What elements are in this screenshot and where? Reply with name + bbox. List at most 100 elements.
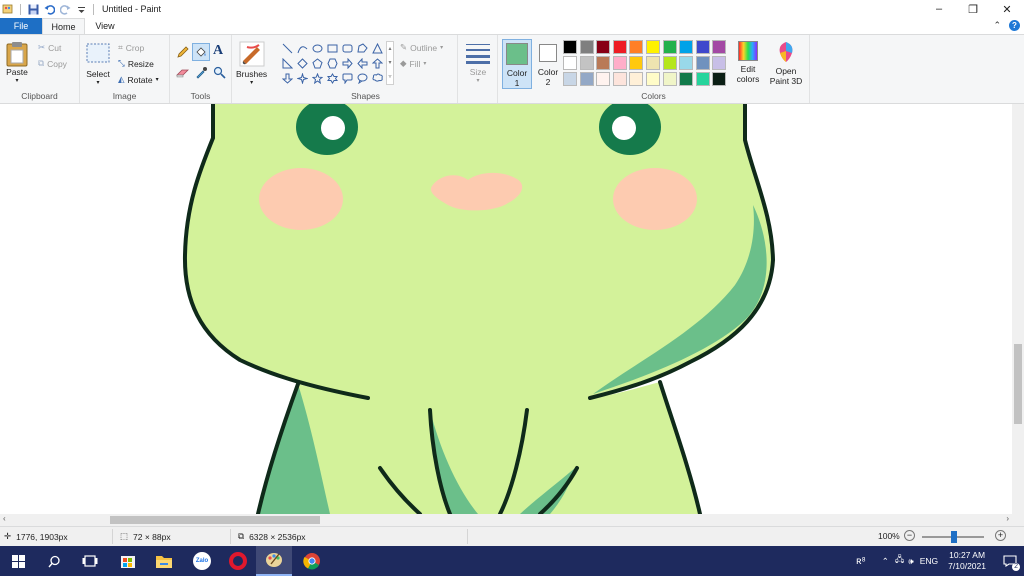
color1-button[interactable]: Color 1 [502, 39, 532, 89]
zalo-icon[interactable]: Zalo [184, 546, 220, 576]
palette-swatch[interactable] [645, 40, 660, 54]
palette-swatch[interactable] [596, 72, 611, 86]
select-button[interactable]: Select ▾ [86, 43, 110, 86]
help-icon[interactable]: ? [1009, 20, 1020, 31]
polygon-shape-icon[interactable] [355, 41, 370, 56]
horizontal-scroll-thumb[interactable] [110, 516, 320, 524]
palette-swatch[interactable] [695, 56, 710, 70]
five-point-star-shape-icon[interactable] [310, 71, 325, 86]
magnifier-icon[interactable] [213, 66, 226, 81]
palette-swatch[interactable] [612, 72, 627, 86]
collapse-ribbon-icon[interactable]: ⌃ [993, 20, 1001, 31]
drawing-canvas[interactable] [0, 104, 1012, 514]
tab-view[interactable]: View [85, 18, 125, 34]
save-icon[interactable] [27, 3, 39, 15]
shapes-scroll[interactable]: ▴ ▾ ▿ [386, 41, 394, 85]
open-paint3d-button[interactable]: Open Paint 3D [764, 41, 808, 86]
size-button[interactable]: Size ▾ [465, 42, 491, 84]
minimize-button[interactable]: – [922, 0, 956, 18]
tab-home[interactable]: Home [42, 18, 85, 34]
vertical-scroll-thumb[interactable] [1014, 344, 1022, 424]
chrome-icon[interactable] [294, 546, 330, 576]
palette-swatch[interactable] [629, 72, 644, 86]
palette-swatch[interactable] [695, 72, 710, 86]
resize-button[interactable]: ⤡ Resize [118, 58, 154, 69]
curve-shape-icon[interactable] [295, 41, 310, 56]
app-store-icon[interactable] [110, 546, 146, 576]
zoom-slider-thumb[interactable] [951, 531, 957, 543]
palette-swatch[interactable] [712, 72, 727, 86]
pentagon-shape-icon[interactable] [310, 56, 325, 71]
paint-app-icon[interactable] [2, 3, 14, 15]
palette-swatch[interactable] [662, 40, 677, 54]
palette-swatch[interactable] [596, 40, 611, 54]
palette-swatch[interactable] [629, 56, 644, 70]
opera-icon[interactable] [220, 546, 256, 576]
palette-swatch[interactable] [645, 72, 660, 86]
palette-swatch[interactable] [612, 40, 627, 54]
rounded-callout-shape-icon[interactable] [340, 71, 355, 86]
palette-swatch[interactable] [596, 56, 611, 70]
cut-button[interactable]: ✂ Cut [38, 42, 61, 53]
color2-button[interactable]: Color 2 [535, 39, 561, 89]
zoom-out-icon[interactable]: − [904, 530, 915, 541]
palette-swatch[interactable] [563, 72, 577, 86]
hexagon-shape-icon[interactable] [325, 56, 340, 71]
palette-swatch[interactable] [579, 56, 594, 70]
zoom-in-icon[interactable]: + [995, 530, 1006, 541]
palette-swatch[interactable] [662, 72, 677, 86]
palette-swatch[interactable] [579, 40, 594, 54]
cloud-callout-shape-icon[interactable] [370, 71, 385, 86]
eraser-icon[interactable] [176, 67, 190, 81]
paste-button[interactable]: Paste ▾ [6, 41, 28, 84]
outline-button[interactable]: ✎ Outline ▾ [400, 42, 443, 53]
palette-swatch[interactable] [662, 56, 677, 70]
color-picker-icon[interactable] [195, 66, 208, 81]
triangle-shape-icon[interactable] [370, 41, 385, 56]
rectangle-shape-icon[interactable] [325, 41, 340, 56]
redo-icon[interactable] [59, 3, 71, 15]
rounded-rectangle-shape-icon[interactable] [340, 41, 355, 56]
brushes-button[interactable]: Brushes ▾ [236, 41, 267, 86]
pencil-icon[interactable] [176, 45, 190, 61]
show-hidden-icons-icon[interactable]: ⌃ [882, 556, 889, 567]
volume-icon[interactable]: 🕪 [908, 556, 913, 567]
scroll-left-icon[interactable]: ‹ [3, 514, 6, 523]
customize-qat-icon[interactable] [75, 3, 87, 15]
palette-swatch[interactable] [695, 40, 710, 54]
clock[interactable]: 10:27 AM 7/10/2021 [948, 550, 986, 572]
undo-icon[interactable] [43, 3, 55, 15]
windows-start-icon[interactable] [0, 546, 36, 576]
palette-swatch[interactable] [679, 40, 694, 54]
vertical-scrollbar[interactable] [1012, 104, 1024, 514]
notification-center-icon[interactable]: 2 [996, 546, 1024, 576]
palette-swatch[interactable] [612, 56, 627, 70]
file-explorer-icon[interactable] [146, 546, 182, 576]
palette-swatch[interactable] [563, 56, 577, 70]
crop-button[interactable]: ⌗ Crop [118, 42, 144, 53]
palette-swatch[interactable] [563, 40, 577, 54]
text-icon[interactable]: A [213, 43, 223, 59]
task-view-icon[interactable] [72, 546, 108, 576]
rotate-button[interactable]: ◭ Rotate ▾ [118, 74, 159, 85]
palette-swatch[interactable] [712, 56, 727, 70]
up-arrow-shape-icon[interactable] [370, 56, 385, 71]
palette-swatch[interactable] [679, 72, 694, 86]
palette-swatch[interactable] [645, 56, 660, 70]
fill-icon[interactable] [192, 43, 210, 61]
down-arrow-shape-icon[interactable] [280, 71, 295, 86]
tab-file[interactable]: File [0, 18, 42, 34]
language-indicator[interactable]: ENG [920, 556, 938, 566]
six-point-star-shape-icon[interactable] [325, 71, 340, 86]
left-arrow-shape-icon[interactable] [355, 56, 370, 71]
fill-button[interactable]: ◆ Fill ▾ [400, 58, 426, 69]
oval-shape-icon[interactable] [310, 41, 325, 56]
scroll-right-icon[interactable]: › [1006, 514, 1009, 523]
restore-button[interactable]: ❐ [956, 0, 990, 18]
palette-swatch[interactable] [629, 40, 644, 54]
right-arrow-shape-icon[interactable] [340, 56, 355, 71]
four-point-star-shape-icon[interactable] [295, 71, 310, 86]
palette-swatch[interactable] [712, 40, 727, 54]
oval-callout-shape-icon[interactable] [355, 71, 370, 86]
line-shape-icon[interactable] [280, 41, 295, 56]
